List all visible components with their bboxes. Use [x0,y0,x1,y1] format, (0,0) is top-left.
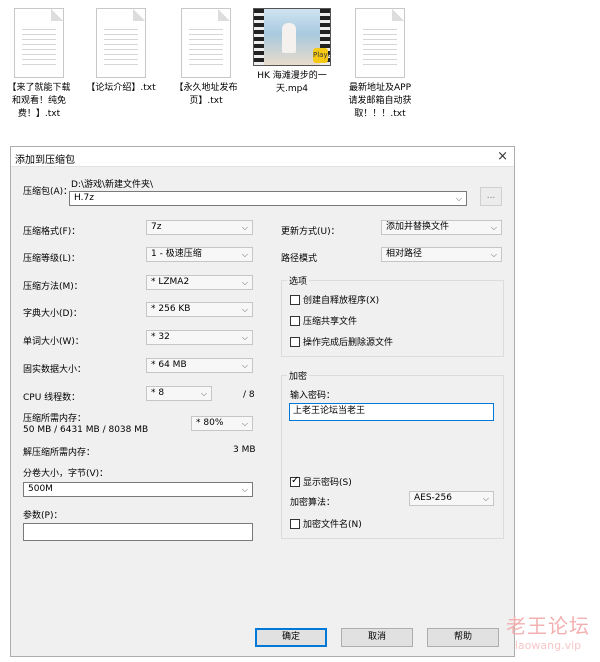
checkbox-icon [290,337,300,347]
video-file-icon: Player [253,8,331,66]
dict-label: 字典大小(D)： [23,309,82,319]
watermark-title: 老王论坛 [506,614,590,638]
solid-select[interactable]: * 64 MB ⌵ [146,358,253,373]
params-label: 参数(P)： [23,511,63,521]
pathmode-select[interactable]: 相对路径 ⌵ [381,247,502,262]
cancel-button[interactable]: 取消 [341,628,413,647]
params-input[interactable] [23,523,253,541]
algo-select[interactable]: AES-256 ⌵ [409,491,494,506]
text-file-icon [355,8,405,78]
options-title: 选项 [287,274,310,287]
player-badge-icon: Player [313,48,330,63]
desktop-file[interactable]: 【来了就能下载 和观看！纯免 费！】.txt [0,8,78,121]
sfx-checkbox[interactable]: 创建自释放程序(X) [290,293,379,306]
dialog-titlebar: 添加到压缩包 × [11,147,514,167]
password-label: 输入密码： [290,391,336,401]
mem-percent-select[interactable]: * 80% ⌵ [191,416,253,431]
checkbox-icon [290,295,300,305]
chevron-down-icon: ⌵ [241,361,248,370]
file-label: 【永久地址发布 页】.txt [174,83,238,106]
chevron-down-icon: ⌵ [241,223,248,232]
file-label: 【论坛介绍】.txt [86,83,156,93]
checkbox-icon [290,316,300,326]
shared-checkbox[interactable]: 压缩共享文件 [290,314,357,327]
chevron-down-icon: ⌵ [241,250,248,259]
word-label: 单词大小(W)： [23,337,84,347]
format-label: 压缩格式(F)： [23,227,81,237]
mem-detail: 50 MB / 6431 MB / 8038 MB [23,425,149,435]
password-input[interactable]: 上老王论坛当老王 [289,403,494,421]
watermark: 老王论坛 laowang.vip [506,610,590,652]
checkbox-icon [290,519,300,529]
split-label: 分卷大小，字节(V)： [23,469,109,479]
text-file-icon [181,8,231,78]
add-to-archive-dialog: 添加到压缩包 × 压缩包(A)： D:\游戏\新建文件夹\ H.7z ⌵ ... … [10,146,515,657]
update-select[interactable]: 添加并替换文件 ⌵ [381,220,502,235]
chevron-down-icon: ⌵ [490,223,497,232]
method-label: 压缩方法(M)： [23,282,83,292]
archive-name-combo[interactable]: H.7z ⌵ [69,191,467,206]
close-icon[interactable]: × [497,149,508,164]
chevron-down-icon: ⌵ [455,194,462,203]
solid-label: 固实数据大小： [23,365,87,375]
decomp-label: 解压缩所需内存： [23,448,96,458]
method-select[interactable]: * LZMA2 ⌵ [146,275,253,290]
level-label: 压缩等级(L)： [23,254,81,264]
mem-label: 压缩所需内存： [23,414,87,424]
level-select[interactable]: 1 - 极速压缩 ⌵ [146,247,253,262]
chevron-down-icon: ⌵ [200,389,207,398]
watermark-url: laowang.vip [514,639,582,652]
dict-select[interactable]: * 256 KB ⌵ [146,302,253,317]
file-label: HK 海滩漫步的一 天.mp4 [257,71,327,94]
chevron-down-icon: ⌵ [490,250,497,259]
show-password-checkbox[interactable]: 显示密码(S) [290,475,352,488]
help-button[interactable]: 帮助 [427,628,499,647]
options-group: 选项 创建自释放程序(X) 压缩共享文件 操作完成后删除源文件 [281,274,504,357]
threads-select[interactable]: * 8 ⌵ [146,386,212,401]
archive-path: D:\游戏\新建文件夹\ [71,180,154,190]
chevron-down-icon: ⌵ [241,333,248,342]
format-select[interactable]: 7z ⌵ [146,220,253,235]
algo-label: 加密算法： [290,498,336,508]
browse-button[interactable]: ... [480,187,502,206]
text-file-icon [96,8,146,78]
dialog-title: 添加到压缩包 [15,155,75,166]
chevron-down-icon: ⌵ [482,494,489,503]
encrypt-names-checkbox[interactable]: 加密文件名(N) [290,517,362,530]
desktop-file[interactable]: 最新地址及APP 请发邮箱自动获 取！！！.txt [341,8,419,121]
desktop-file[interactable]: 【永久地址发布 页】.txt [167,8,245,108]
text-file-icon [14,8,64,78]
chevron-down-icon: ⌵ [241,278,248,287]
checkbox-checked-icon [290,475,300,487]
file-label: 最新地址及APP 请发邮箱自动获 取！！！.txt [348,83,412,119]
threads-label: CPU 线程数： [23,393,81,403]
update-label: 更新方式(U)： [281,227,340,237]
chevron-down-icon: ⌵ [241,305,248,314]
encryption-group: 加密 输入密码： 上老王论坛当老王 显示密码(S) 加密算法： AES-256⌵… [281,369,504,539]
pathmode-label: 路径模式 [281,254,318,264]
threads-max: / 8 [243,390,255,400]
desktop-file[interactable]: 【论坛介绍】.txt [82,8,160,95]
file-label: 【来了就能下载 和观看！纯免 费！】.txt [7,83,71,119]
ok-button[interactable]: 确定 [255,628,327,647]
split-combo[interactable]: 500M ⌵ [23,482,253,497]
encryption-title: 加密 [287,369,310,382]
delete-source-checkbox[interactable]: 操作完成后删除源文件 [290,335,393,348]
chevron-down-icon: ⌵ [241,419,248,428]
archive-label: 压缩包(A)： [23,187,73,197]
chevron-down-icon: ⌵ [241,485,248,494]
word-select[interactable]: * 32 ⌵ [146,330,253,345]
desktop-file[interactable]: Player HK 海滩漫步的一天.mp4 [253,8,331,96]
decomp-value: 3 MB [233,445,256,455]
